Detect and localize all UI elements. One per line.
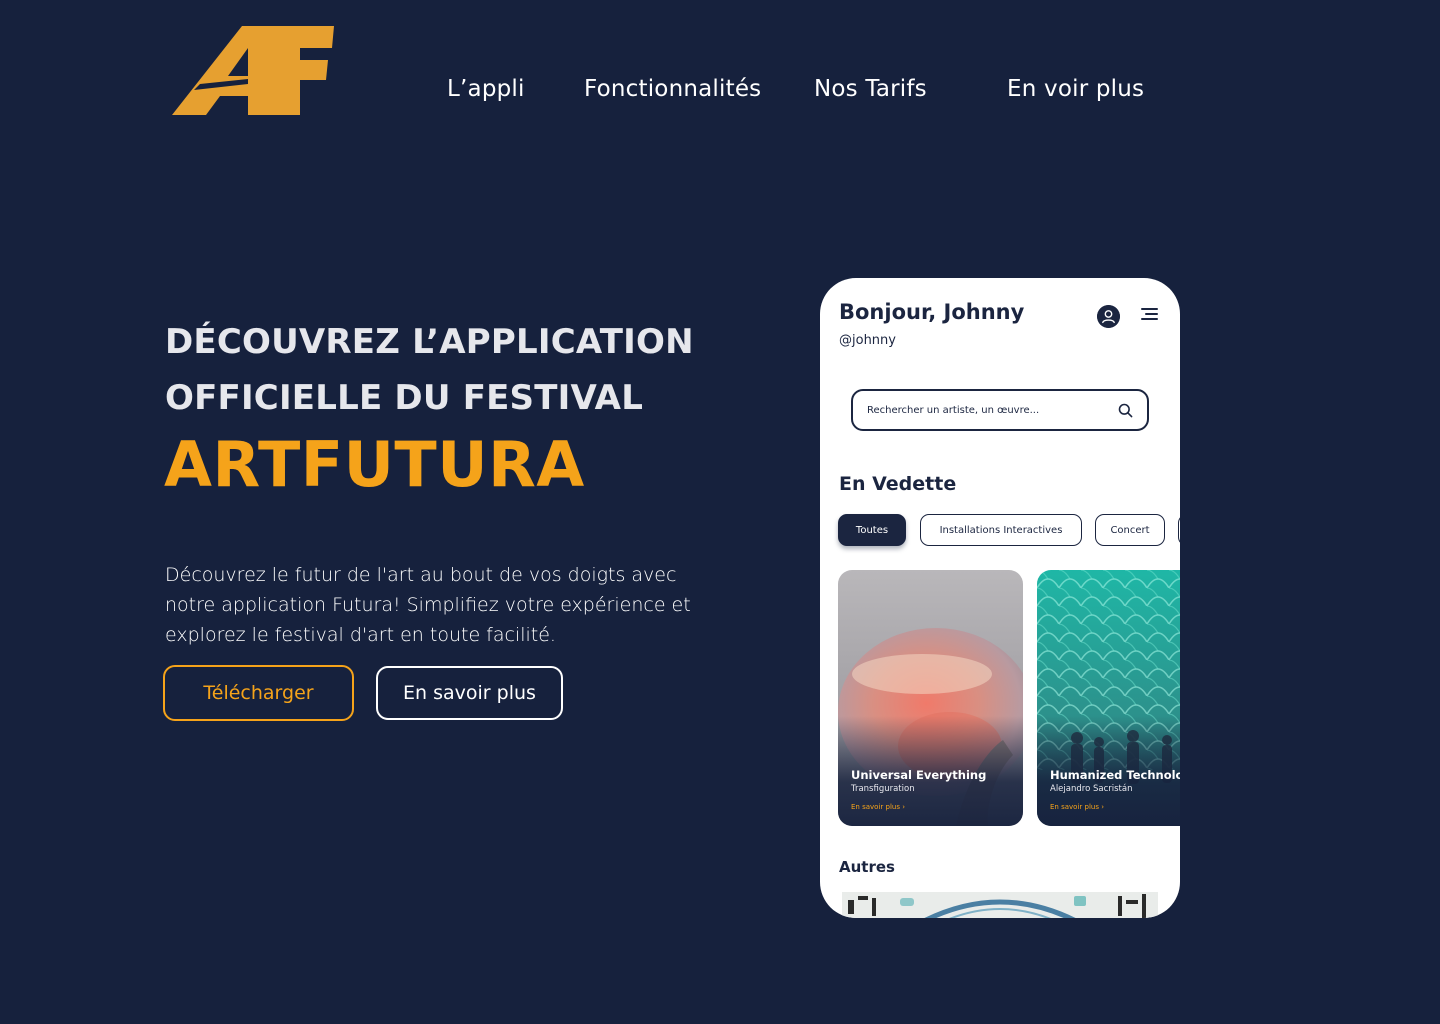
card-artist: Alejandro Sacristán bbox=[1050, 784, 1133, 794]
featured-card[interactable]: Humanized Technology Alejandro Sacristán… bbox=[1037, 570, 1180, 826]
nav-link-fonctionnalites[interactable]: Fonctionnalités bbox=[584, 76, 761, 102]
search-input[interactable] bbox=[867, 404, 1118, 416]
search-icon[interactable] bbox=[1118, 403, 1133, 418]
card-more-link[interactable]: En savoir plus › bbox=[1050, 803, 1104, 811]
card-title: Humanized Technology bbox=[1050, 768, 1180, 782]
card-more-link[interactable]: En savoir plus › bbox=[851, 803, 905, 811]
hero-headline-line-1: DÉCOUVREZ L’APPLICATION bbox=[165, 322, 694, 362]
card-title: Universal Everything bbox=[851, 768, 987, 782]
card-artist: Transfiguration bbox=[851, 784, 915, 794]
user-icon[interactable] bbox=[1097, 305, 1120, 328]
nav-link-voir-plus[interactable]: En voir plus bbox=[1007, 76, 1144, 102]
filter-chip-concert[interactable]: Concert bbox=[1095, 514, 1165, 546]
filter-chip-toutes[interactable]: Toutes bbox=[838, 514, 906, 546]
filter-chip-more[interactable] bbox=[1178, 514, 1180, 546]
nav-link-appli[interactable]: L’appli bbox=[447, 76, 525, 102]
hero-brand-title: ARTFUTURA bbox=[164, 428, 585, 501]
app-phone-mockup: Bonjour, Johnny @johnny En Vedette Toute… bbox=[820, 278, 1180, 918]
hero-headline-line-2: OFFICIELLE DU FESTIVAL bbox=[165, 378, 644, 418]
featured-card[interactable]: Universal Everything Transfiguration En … bbox=[838, 570, 1023, 826]
others-section-title: Autres bbox=[839, 858, 895, 876]
app-user-handle: @johnny bbox=[839, 333, 896, 348]
other-artwork-preview[interactable] bbox=[842, 892, 1158, 918]
menu-icon[interactable] bbox=[1141, 307, 1158, 321]
hero-description: Découvrez le futur de l'art au bout de v… bbox=[165, 564, 691, 646]
filter-chip-installations[interactable]: Installations Interactives bbox=[920, 514, 1082, 546]
learn-more-button[interactable]: En savoir plus bbox=[376, 666, 563, 720]
artfutura-logo[interactable] bbox=[170, 24, 336, 116]
search-bar bbox=[851, 389, 1149, 431]
nav-link-tarifs[interactable]: Nos Tarifs bbox=[814, 76, 927, 102]
app-greeting: Bonjour, Johnny bbox=[839, 300, 1025, 324]
featured-section-title: En Vedette bbox=[839, 473, 957, 495]
download-button[interactable]: Télécharger bbox=[163, 665, 354, 721]
